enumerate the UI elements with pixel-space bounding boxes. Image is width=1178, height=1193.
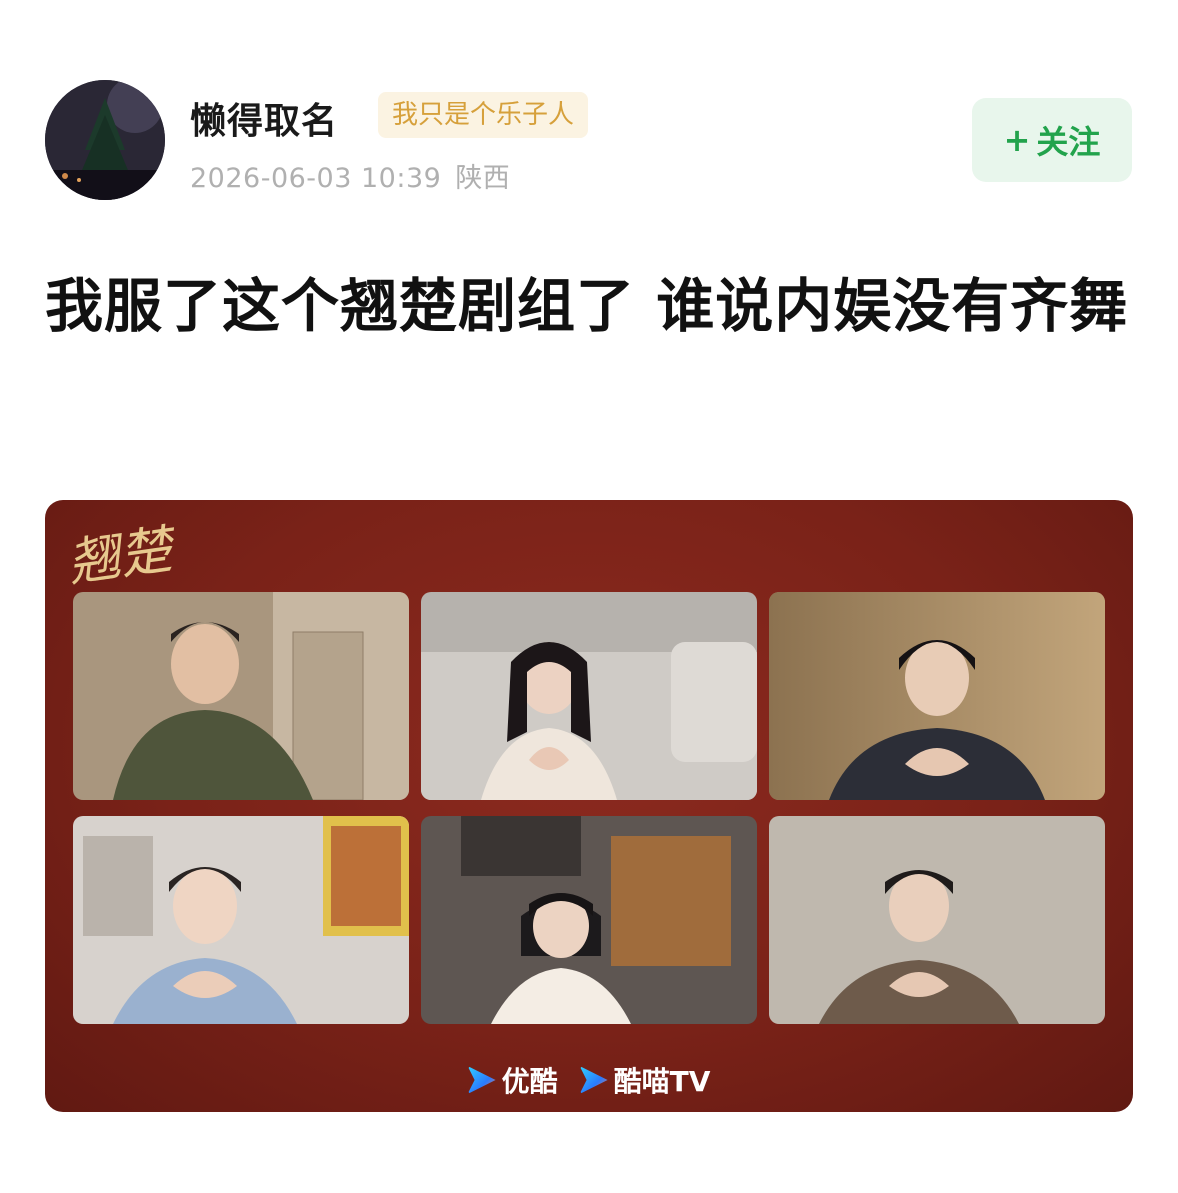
post-title: 我服了这个翘楚剧组了 谁说内娱没有齐舞 — [45, 272, 1129, 340]
brand-watermarks: 优酷 酷喵TV — [45, 1060, 1133, 1100]
person-image — [421, 816, 757, 1024]
video-tile-1 — [73, 592, 409, 800]
post-header: 懒得取名 我只是个乐子人 2026-06-03 10:39 陕西 + 关注 — [0, 0, 1178, 220]
video-tile-2 — [421, 592, 757, 800]
person-image — [73, 816, 409, 1024]
follow-label: 关注 — [1036, 123, 1101, 161]
follow-button[interactable]: + 关注 — [972, 98, 1132, 182]
kumiao-icon — [579, 1066, 608, 1094]
avatar-image — [45, 80, 165, 200]
brand-label: 优酷 — [501, 1065, 558, 1098]
plus-icon: + — [1003, 121, 1031, 159]
person-image — [769, 816, 1105, 1024]
post-timestamp: 2026-06-03 10:39 — [190, 163, 442, 194]
post-location: 陕西 — [455, 163, 511, 194]
brand-youku: 优酷 — [467, 1060, 558, 1100]
person-image — [73, 592, 409, 800]
user-tag-badge: 我只是个乐子人 — [378, 92, 589, 138]
person-image — [769, 592, 1105, 800]
person-image — [421, 592, 757, 800]
avatar[interactable] — [45, 80, 165, 200]
video-tile-4 — [73, 816, 409, 1024]
brand-label: 酷喵TV — [613, 1065, 711, 1098]
video-tile-3 — [769, 592, 1105, 800]
post-meta: 2026-06-03 10:39 陕西 — [190, 156, 510, 195]
youku-icon — [467, 1066, 496, 1094]
video-tile-6 — [769, 816, 1105, 1024]
post-media-image[interactable]: 翘楚 优酷 酷喵TV — [45, 500, 1133, 1112]
username[interactable]: 懒得取名 — [190, 92, 338, 144]
show-logo: 翘楚 — [64, 520, 176, 594]
video-tile-5 — [421, 816, 757, 1024]
brand-kumiao: 酷喵TV — [579, 1060, 711, 1100]
